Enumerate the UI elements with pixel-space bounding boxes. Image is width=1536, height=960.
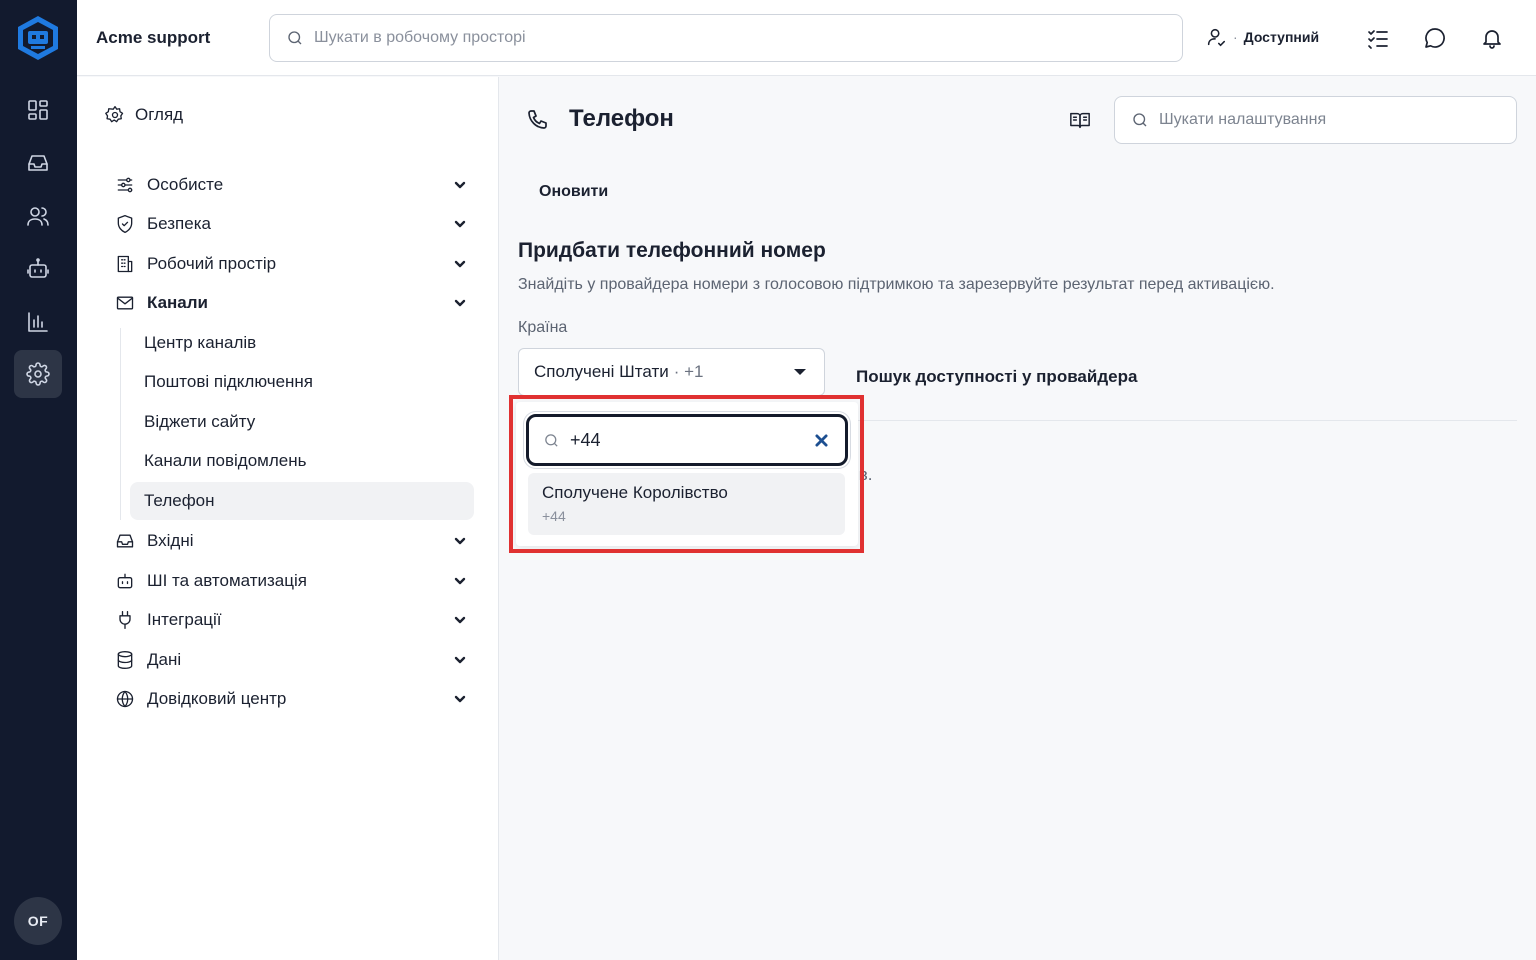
settings-sidebar: Огляд Особисте Безпека Робочий простір К… bbox=[77, 77, 499, 960]
bot-icon bbox=[117, 573, 133, 589]
sidebar-group-label: Безпека bbox=[147, 214, 211, 233]
sidebar-group-ai-automation[interactable]: ШІ та автоматизація bbox=[115, 563, 467, 599]
sidebar-item-channel-center[interactable]: Центр каналів bbox=[130, 324, 474, 362]
availability-status[interactable]: · Доступний bbox=[1205, 26, 1319, 48]
phone-icon bbox=[526, 108, 550, 132]
book-open-icon bbox=[1070, 112, 1090, 129]
country-select[interactable]: Сполучені Штати · +1 bbox=[518, 348, 825, 396]
refresh-button[interactable]: Оновити bbox=[539, 183, 608, 201]
divider bbox=[856, 420, 1517, 421]
shield-icon bbox=[117, 215, 133, 233]
sliders-icon bbox=[117, 177, 133, 193]
chevron-down-icon bbox=[454, 537, 466, 545]
sidebar-item-site-widgets[interactable]: Віджети сайту bbox=[130, 403, 474, 441]
chevron-down-icon bbox=[454, 260, 466, 268]
messages-button[interactable] bbox=[1423, 26, 1447, 50]
users-icon bbox=[27, 207, 49, 226]
submenu-guide-line bbox=[120, 328, 121, 520]
settings-search[interactable] bbox=[1114, 96, 1517, 144]
sidebar-group-personal[interactable]: Особисте bbox=[115, 167, 467, 203]
inbox-icon bbox=[116, 534, 134, 548]
notifications-button[interactable] bbox=[1480, 26, 1504, 50]
sidebar-group-label: ШІ та автоматизація bbox=[147, 571, 307, 590]
sidebar-group-help-center[interactable]: Довідковий центр bbox=[115, 681, 467, 717]
rail-settings-button[interactable] bbox=[14, 350, 62, 398]
chevron-down-icon bbox=[454, 656, 466, 664]
user-avatar[interactable]: OF bbox=[14, 897, 62, 945]
sidebar-overview[interactable]: Огляд bbox=[105, 105, 183, 125]
sidebar-group-inbox[interactable]: Вхідні bbox=[115, 523, 467, 559]
sidebar-group-label: Інтеграції bbox=[147, 610, 222, 629]
section-description: Знайдіть у провайдера номери з голосовою… bbox=[518, 276, 1275, 293]
page-title: Телефон bbox=[569, 105, 674, 132]
rail-users-button[interactable] bbox=[14, 192, 62, 240]
status-separator: · bbox=[1233, 29, 1238, 45]
rail-bot-button[interactable] bbox=[14, 245, 62, 293]
chevron-down-icon bbox=[454, 220, 466, 228]
sidebar-group-workspace[interactable]: Робочий простір bbox=[115, 246, 467, 282]
highlight-box bbox=[509, 395, 864, 553]
sidebar-group-security[interactable]: Безпека bbox=[115, 206, 467, 242]
settings-search-input[interactable] bbox=[1159, 111, 1499, 129]
global-search-input[interactable] bbox=[314, 29, 1114, 47]
global-search[interactable] bbox=[269, 14, 1183, 62]
user-status-icon bbox=[1207, 28, 1226, 47]
globe-icon bbox=[116, 690, 134, 708]
sidebar-overview-label: Огляд bbox=[135, 105, 184, 124]
plug-icon bbox=[119, 611, 131, 629]
database-icon bbox=[117, 651, 133, 669]
caret-down-icon bbox=[794, 369, 806, 375]
checklist-icon bbox=[1368, 30, 1388, 49]
chevron-down-icon bbox=[454, 695, 466, 703]
sidebar-group-label: Особисте bbox=[147, 175, 224, 194]
sidebar-group-label: Канали bbox=[147, 293, 209, 312]
status-label: Доступний bbox=[1243, 29, 1320, 45]
analytics-icon bbox=[28, 312, 48, 332]
settings-icon bbox=[26, 362, 50, 386]
sidebar-item-phone[interactable]: Телефон bbox=[130, 482, 474, 520]
app-logo-icon[interactable] bbox=[15, 14, 61, 62]
country-label: Країна bbox=[518, 319, 568, 336]
sidebar-group-label: Робочий простір bbox=[147, 254, 277, 273]
sidebar-group-data[interactable]: Дані bbox=[115, 642, 467, 678]
chevron-down-icon bbox=[454, 181, 466, 189]
sidebar-group-integrations[interactable]: Інтеграції bbox=[115, 602, 467, 638]
inbox-icon bbox=[28, 155, 48, 171]
chevron-down-icon bbox=[454, 577, 466, 585]
country-select-code: · +1 bbox=[673, 362, 704, 381]
sidebar-group-label: Вхідні bbox=[147, 531, 194, 550]
sidebar-item-mail-connections[interactable]: Поштові підключення bbox=[130, 363, 474, 401]
building-icon bbox=[117, 255, 133, 273]
gear-icon bbox=[105, 106, 124, 123]
mail-icon bbox=[116, 296, 134, 310]
sidebar-group-channels[interactable]: Канали bbox=[115, 285, 467, 321]
rail-dashboard-button[interactable] bbox=[14, 86, 62, 134]
tasks-button[interactable] bbox=[1366, 26, 1390, 50]
rail-inbox-button[interactable] bbox=[14, 139, 62, 187]
rail-analytics-button[interactable] bbox=[14, 298, 62, 346]
provider-search-button[interactable]: Пошук доступності у провайдера bbox=[856, 367, 1137, 387]
chevron-down-icon bbox=[454, 299, 466, 307]
country-select-value: Сполучені Штати bbox=[534, 362, 669, 381]
bot-icon bbox=[27, 258, 49, 278]
section-title: Придбати телефонний номер bbox=[518, 239, 826, 262]
workspace-name: Acme support bbox=[96, 28, 211, 47]
dashboard-icon bbox=[28, 100, 48, 120]
chat-bubble-icon bbox=[1425, 28, 1445, 48]
search-icon bbox=[288, 31, 302, 45]
docs-button[interactable] bbox=[1069, 109, 1091, 131]
search-icon bbox=[1133, 113, 1147, 127]
left-rail: OF bbox=[0, 0, 77, 960]
sidebar-group-label: Довідковий центр bbox=[147, 689, 287, 708]
chevron-down-icon bbox=[454, 616, 466, 624]
bell-icon bbox=[1483, 30, 1501, 49]
top-bar: Acme support · Доступний bbox=[77, 0, 1536, 76]
sidebar-group-label: Дані bbox=[147, 650, 182, 669]
sidebar-item-messaging-channels[interactable]: Канали повідомлень bbox=[130, 442, 474, 480]
